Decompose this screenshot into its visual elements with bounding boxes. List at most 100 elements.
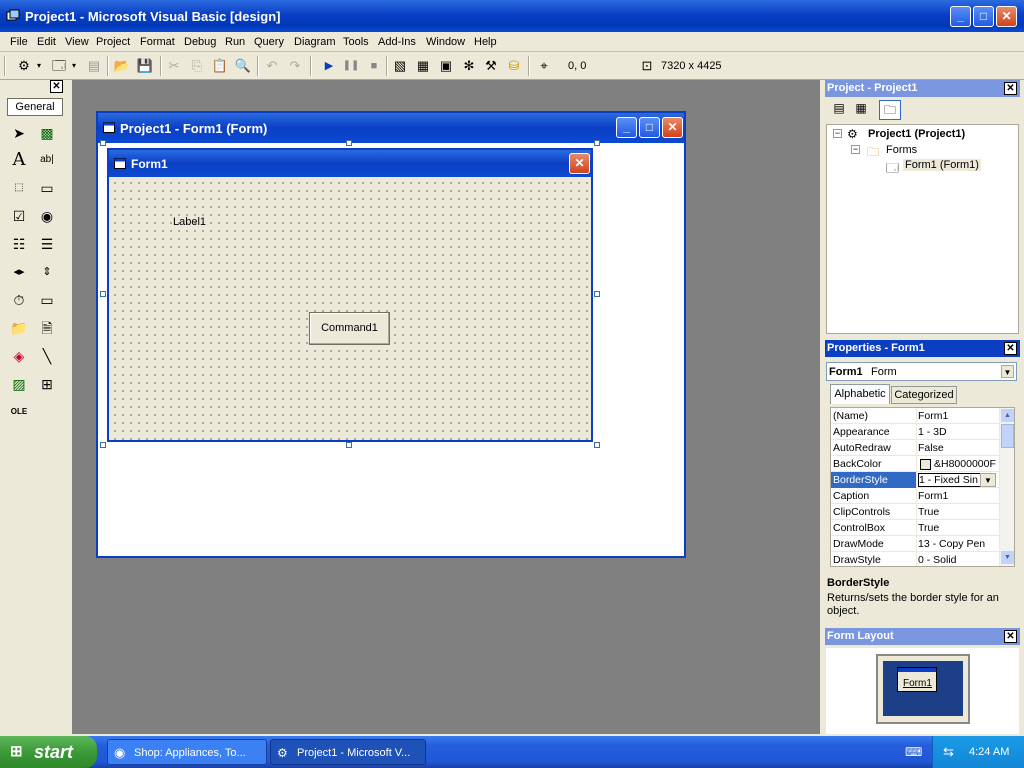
menu-edit[interactable]: Edit [37, 36, 56, 48]
collapse-icon[interactable]: − [833, 129, 842, 138]
form-layout-icon[interactable]: ▣ [437, 57, 455, 75]
optionbutton-tool-icon[interactable]: ◉ [36, 205, 58, 227]
command1-button[interactable]: Command1 [309, 312, 390, 345]
form-layout-close-icon[interactable]: ✕ [1004, 630, 1017, 643]
copy-icon[interactable]: ⎘ [188, 57, 206, 75]
toolbox-icon[interactable]: ⚒ [482, 57, 500, 75]
add-project-dropdown-icon[interactable]: ▾ [35, 57, 43, 75]
property-row[interactable]: BackColor &H8000000F [831, 456, 999, 472]
size-handle[interactable] [100, 291, 106, 297]
picturebox-tool-icon[interactable]: ▩ [36, 122, 58, 144]
toolbox-tab-general[interactable]: General [7, 98, 63, 116]
minimize-button[interactable]: _ [950, 6, 971, 27]
size-handle[interactable] [346, 442, 352, 448]
chevron-down-icon[interactable]: ▼ [1001, 365, 1014, 378]
view-object-icon[interactable]: ▦ [851, 101, 871, 119]
menu-window[interactable]: Window [426, 36, 465, 48]
drivelistbox-tool-icon[interactable]: ▭ [36, 289, 58, 311]
label-tool-icon[interactable]: A [8, 149, 30, 171]
add-form-icon[interactable]: 🗔 [50, 57, 68, 75]
vscrollbar-tool-icon[interactable]: ⇕ [36, 261, 58, 283]
textbox-tool-icon[interactable]: ab| [36, 149, 58, 171]
form1-design-surface[interactable]: Form1 ✕ [107, 148, 593, 442]
menu-query[interactable]: Query [254, 36, 284, 48]
maximize-button[interactable]: □ [973, 6, 994, 27]
menu-add-ins[interactable]: Add-Ins [378, 36, 416, 48]
tree-item-form1[interactable]: Form1 (Form1) [903, 159, 981, 171]
main-title-bar[interactable]: Project1 - Microsoft Visual Basic [desig… [0, 0, 1024, 32]
taskbar-item-vb[interactable]: ⚙ Project1 - Microsoft V... [270, 739, 426, 765]
pointer-tool-icon[interactable]: ➤ [8, 122, 30, 144]
property-row[interactable]: Appearance 1 - 3D [831, 424, 999, 440]
property-row[interactable]: AutoRedraw False [831, 440, 999, 456]
add-form-dropdown-icon[interactable]: ▾ [70, 57, 78, 75]
designer-minimize-button[interactable]: _ [616, 117, 637, 138]
property-scrollbar[interactable]: ▲ ▼ [999, 408, 1014, 566]
property-row[interactable]: (Name) Form1 [831, 408, 999, 424]
menu-tools[interactable]: Tools [343, 36, 369, 48]
image-tool-icon[interactable]: ▨ [8, 373, 30, 395]
add-project-icon[interactable]: ⚙ [15, 57, 33, 75]
chevron-down-icon[interactable]: ▼ [980, 473, 996, 487]
size-handle[interactable] [594, 140, 600, 146]
size-handle[interactable] [100, 140, 106, 146]
clock[interactable]: 4:24 AM [969, 746, 1009, 758]
view-code-icon[interactable]: ▤ [829, 101, 849, 119]
properties-window-icon[interactable]: ▦ [414, 57, 432, 75]
start-button[interactable]: ⊞ start [0, 736, 97, 768]
menu-editor-icon[interactable]: ▤ [85, 57, 103, 75]
form1-title-bar[interactable]: Form1 ✕ [109, 150, 591, 177]
end-icon[interactable]: ■ [365, 57, 383, 75]
designer-title-bar[interactable]: Project1 - Form1 (Form) _ □ ✕ [98, 113, 684, 143]
menu-run[interactable]: Run [225, 36, 245, 48]
frame-tool-icon[interactable]: ⬚ [8, 177, 30, 199]
break-icon[interactable]: ❚❚ [342, 57, 360, 75]
property-row-selected[interactable]: BorderStyle 1 - Fixed Sin ▼ [831, 472, 999, 488]
open-folder-icon[interactable]: 📂 [113, 57, 131, 75]
object-selector[interactable]: Form1 Form ▼ [826, 362, 1017, 381]
designer-close-button[interactable]: ✕ [662, 117, 683, 138]
toolbox-close-icon[interactable]: ✕ [50, 80, 63, 93]
size-handle[interactable] [100, 442, 106, 448]
taskbar-item-browser[interactable]: ◉ Shop: Appliances, To... [107, 739, 267, 765]
property-row[interactable]: Caption Form1 [831, 488, 999, 504]
menu-debug[interactable]: Debug [184, 36, 216, 48]
menu-view[interactable]: View [65, 36, 89, 48]
scroll-down-icon[interactable]: ▼ [1001, 551, 1014, 564]
designer-maximize-button[interactable]: □ [639, 117, 660, 138]
network-icon[interactable]: ⇆ [943, 744, 954, 760]
size-handle[interactable] [594, 291, 600, 297]
keyboard-icon[interactable]: ⌨ [905, 745, 922, 759]
menu-format[interactable]: Format [140, 36, 175, 48]
size-handle[interactable] [594, 442, 600, 448]
paste-icon[interactable]: 📋 [211, 57, 229, 75]
menu-file[interactable]: File [10, 36, 28, 48]
object-browser-icon[interactable]: ✻ [460, 57, 478, 75]
property-row[interactable]: DrawMode 13 - Copy Pen [831, 536, 999, 552]
scroll-up-icon[interactable]: ▲ [1001, 409, 1014, 422]
property-row[interactable]: DrawStyle 0 - Solid [831, 552, 999, 566]
cut-icon[interactable]: ✂ [165, 57, 183, 75]
layout-form-preview[interactable]: Form1 [897, 667, 937, 692]
data-tool-icon[interactable]: ⊞ [36, 373, 58, 395]
tab-categorized[interactable]: Categorized [891, 386, 957, 404]
menu-help[interactable]: Help [474, 36, 497, 48]
tree-item-forms[interactable]: Forms [886, 144, 917, 156]
scroll-thumb[interactable] [1001, 424, 1014, 448]
menu-project[interactable]: Project [96, 36, 130, 48]
checkbox-tool-icon[interactable]: ☑ [8, 205, 30, 227]
commandbutton-tool-icon[interactable]: ▭ [36, 177, 58, 199]
project-explorer-icon[interactable]: ▧ [391, 57, 409, 75]
form1-close-button[interactable]: ✕ [569, 153, 590, 174]
project-close-icon[interactable]: ✕ [1004, 82, 1017, 95]
property-row[interactable]: ClipControls True [831, 504, 999, 520]
tab-alphabetic[interactable]: Alphabetic [830, 384, 890, 404]
save-icon[interactable]: 💾 [136, 57, 154, 75]
toggle-folders-icon[interactable]: 🗀 [879, 100, 901, 120]
redo-icon[interactable]: ↷ [286, 57, 304, 75]
start-icon[interactable]: ▶ [320, 57, 338, 75]
property-row[interactable]: ControlBox True [831, 520, 999, 536]
find-icon[interactable]: 🔍 [234, 57, 252, 75]
tree-item-project[interactable]: Project1 (Project1) [868, 128, 965, 140]
hscrollbar-tool-icon[interactable]: ◂▸ [8, 261, 30, 283]
